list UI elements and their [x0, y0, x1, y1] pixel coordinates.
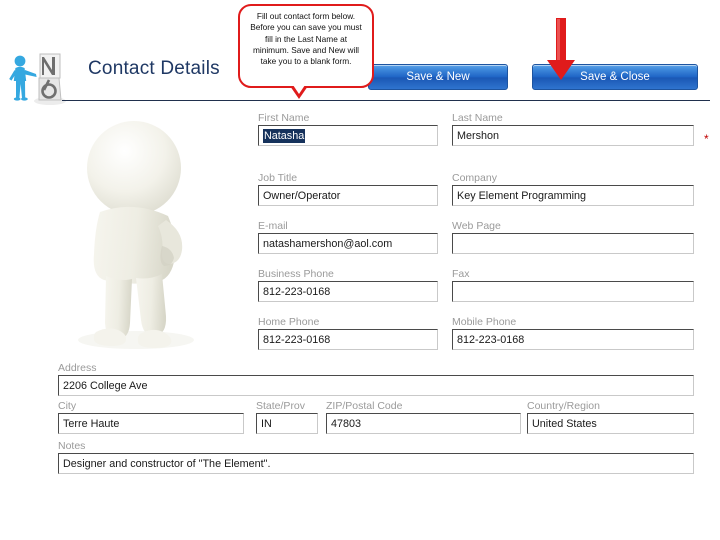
instruction-callout: Fill out contact form below. Before you … [238, 4, 374, 88]
state-input[interactable]: IN [256, 413, 318, 434]
field-country-label: Country/Region [527, 400, 600, 412]
field-home-phone: Home Phone 812-223-0168 [258, 316, 438, 350]
field-notes-label: Notes [58, 440, 86, 452]
field-country: Country/Region United States [527, 400, 694, 434]
field-state-label: State/Prov [256, 400, 306, 412]
field-email: E-mail natashamershon@aol.com [258, 220, 438, 254]
contact-details-page: Contact Details Fill out contact form be… [0, 0, 720, 540]
field-fax-label: Fax [452, 268, 470, 280]
field-job-title: Job Title Owner/Operator [258, 172, 438, 206]
field-state: State/Prov IN [256, 400, 318, 434]
first-name-input[interactable]: Natasha [258, 125, 438, 146]
field-web-page: Web Page [452, 220, 694, 254]
job-title-input[interactable]: Owner/Operator [258, 185, 438, 206]
field-address: Address 2206 College Ave [58, 362, 694, 396]
country-input[interactable]: United States [527, 413, 694, 434]
field-city-label: City [58, 400, 77, 412]
field-mobile-phone-label: Mobile Phone [452, 316, 517, 328]
city-input[interactable]: Terre Haute [58, 413, 244, 434]
fax-input[interactable] [452, 281, 694, 302]
field-email-label: E-mail [258, 220, 288, 232]
save-and-new-button[interactable]: Save & New [368, 64, 508, 90]
field-job-title-label: Job Title [258, 172, 298, 184]
field-zip-label: ZIP/Postal Code [326, 400, 403, 412]
home-phone-input[interactable]: 812-223-0168 [258, 329, 438, 350]
business-phone-input[interactable]: 812-223-0168 [258, 281, 438, 302]
field-fax: Fax [452, 268, 694, 302]
zip-input[interactable]: 47803 [326, 413, 521, 434]
required-field-asterisk: * [704, 132, 709, 146]
field-notes: Notes Designer and constructor of "The E… [58, 440, 694, 474]
field-last-name-label: Last Name [452, 112, 503, 124]
field-business-phone-label: Business Phone [258, 268, 334, 280]
instruction-callout-text: Fill out contact form below. Before you … [250, 11, 362, 67]
company-input[interactable]: Key Element Programming [452, 185, 694, 206]
address-input[interactable]: 2206 College Ave [58, 375, 694, 396]
web-page-input[interactable] [452, 233, 694, 254]
field-business-phone: Business Phone 812-223-0168 [258, 268, 438, 302]
field-company-label: Company [452, 172, 497, 184]
notes-input[interactable]: Designer and constructor of "The Element… [58, 453, 694, 474]
first-name-value: Natasha [263, 128, 306, 143]
field-web-page-label: Web Page [452, 220, 501, 232]
field-mobile-phone: Mobile Phone 812-223-0168 [452, 316, 694, 350]
field-city: City Terre Haute [58, 400, 244, 434]
field-address-label: Address [58, 362, 97, 374]
page-title: Contact Details [88, 58, 220, 79]
field-home-phone-label: Home Phone [258, 316, 320, 328]
mannequin-illustration [58, 96, 258, 358]
callout-tail-inner [293, 85, 305, 94]
field-first-name: First Name Natasha [258, 112, 438, 146]
email-input[interactable]: natashamershon@aol.com [258, 233, 438, 254]
mobile-phone-input[interactable]: 812-223-0168 [452, 329, 694, 350]
header-divider [62, 100, 710, 101]
field-last-name: Last Name Mershon [452, 112, 694, 146]
red-down-arrow-icon [544, 18, 578, 89]
field-zip: ZIP/Postal Code 47803 [326, 400, 521, 434]
field-company: Company Key Element Programming [452, 172, 694, 206]
field-first-name-label: First Name [258, 112, 310, 124]
last-name-input[interactable]: Mershon [452, 125, 694, 146]
